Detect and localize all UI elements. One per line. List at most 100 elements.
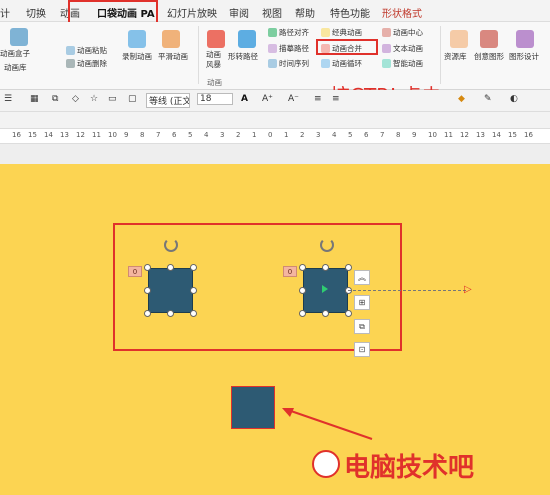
crop-frame-icon[interactable]: ⊡ (354, 342, 370, 357)
ruler-label: 7 (156, 131, 161, 139)
classic-animation-button[interactable]: 经典动画 (321, 27, 362, 38)
resize-handle[interactable] (167, 264, 174, 271)
layout-options-icon[interactable]: ⊞ (354, 295, 370, 310)
animation-center-button[interactable]: 动画中心 (382, 27, 423, 38)
collapse-up-icon[interactable]: ︽ (354, 270, 370, 285)
merged-square-shape[interactable] (231, 386, 275, 429)
font-color-icon[interactable]: A (241, 94, 248, 104)
ruler-label: 0 (268, 131, 273, 139)
shape-icon[interactable]: ◇ (72, 94, 79, 104)
font-family-select[interactable]: 等线 (正文) (146, 93, 190, 108)
delete-icon (66, 59, 75, 68)
smooth-animation-button[interactable]: 平滑动画 (158, 51, 188, 62)
animation-box-button[interactable]: 动画盒子 (0, 48, 30, 59)
resource-library-button[interactable]: 资源库 (444, 51, 467, 62)
tab-help[interactable]: 帮助 (295, 5, 315, 20)
animation-paste-button[interactable]: 动画粘贴 (66, 45, 107, 56)
crop-icon[interactable]: ⧉ (52, 94, 58, 104)
ruler-label: 1 (252, 131, 257, 139)
resize-handle[interactable] (345, 264, 352, 271)
resize-handle[interactable] (190, 287, 197, 294)
smart-animation-label: 智能动画 (393, 59, 423, 68)
decrease-font-icon[interactable]: A⁻ (288, 94, 299, 104)
tab-shape-format[interactable]: 形状格式 (382, 5, 422, 20)
rotate-handle-icon[interactable] (320, 238, 334, 252)
animation-storm-button[interactable]: 动画风暴 (206, 50, 224, 70)
tab-view[interactable]: 视图 (262, 5, 282, 20)
resize-handle[interactable] (299, 310, 306, 317)
shape-to-path-button[interactable]: 形转路径 (228, 51, 258, 62)
ruler-label: 7 (380, 131, 385, 139)
time-sequence-button[interactable]: 时间序列 (268, 58, 309, 69)
animation-loop-button[interactable]: 动画循环 (321, 58, 362, 69)
ribbon-separator (198, 26, 199, 84)
center-icon (382, 28, 391, 37)
tab-features[interactable]: 特色功能 (330, 5, 370, 20)
trace-path-button[interactable]: 描摹路径 (268, 43, 309, 54)
smart-animation-button[interactable]: 智能动画 (382, 58, 423, 69)
ruler-label: 16 (524, 131, 533, 139)
animation-box-icon (10, 28, 28, 46)
picture-icon[interactable]: ▢ (128, 94, 137, 104)
ruler-label: 12 (460, 131, 469, 139)
paste-icon (66, 46, 75, 55)
record-animation-button[interactable]: 录制动画 (122, 51, 152, 62)
resize-handle[interactable] (299, 287, 306, 294)
fill-color-icon[interactable]: ◆ (458, 94, 465, 104)
merge-highlight (316, 39, 378, 55)
loop-icon (321, 59, 330, 68)
resize-handle[interactable] (144, 287, 151, 294)
canvas-margin (0, 144, 550, 164)
resize-handle[interactable] (322, 264, 329, 271)
grid-icon[interactable]: ▦ (30, 94, 39, 104)
copy-format-icon[interactable]: ⧉ (354, 319, 370, 334)
animation-library-button[interactable]: 动画库 (4, 62, 27, 73)
text-animation-button[interactable]: 文本动画 (382, 43, 423, 54)
shape-design-button[interactable]: 图形设计 (509, 51, 539, 62)
ruler-label: 13 (476, 131, 485, 139)
square-shape-left[interactable] (148, 268, 193, 313)
outline-color-icon[interactable]: ✎ (484, 94, 492, 104)
rotate-handle-icon[interactable] (164, 238, 178, 252)
ruler-label: 8 (140, 131, 145, 139)
resize-handle[interactable] (144, 264, 151, 271)
align-left-icon[interactable]: ≡ (314, 94, 322, 104)
tab-slideshow[interactable]: 幻灯片放映 (167, 5, 217, 20)
tab-transitions[interactable]: 切换 (26, 5, 46, 20)
font-size-select[interactable]: 18 (197, 93, 233, 105)
increase-font-icon[interactable]: A⁺ (262, 94, 273, 104)
ruler-label: 4 (332, 131, 337, 139)
motion-path-start-icon (322, 285, 328, 293)
effects-icon[interactable]: ◐ (510, 94, 518, 104)
ruler-label: 4 (204, 131, 209, 139)
shape-to-path-icon (238, 30, 256, 48)
ruler-label: 15 (28, 131, 37, 139)
animation-paste-label: 动画粘贴 (77, 46, 107, 55)
path-align-button[interactable]: 路径对齐 (268, 27, 309, 38)
horizontal-ruler: 16 15 14 13 12 11 10 9 8 7 6 5 4 3 2 1 0… (0, 128, 550, 144)
ruler-label: 5 (188, 131, 193, 139)
ruler-label: 14 (492, 131, 501, 139)
resize-handle[interactable] (144, 310, 151, 317)
tab-review[interactable]: 审阅 (229, 5, 249, 20)
ruler-label: 15 (508, 131, 517, 139)
image-icon[interactable]: ▭ (108, 94, 117, 104)
star-shape-icon[interactable]: ☆ (90, 94, 98, 104)
align-center-icon[interactable]: ≡ (332, 94, 340, 104)
tab-design[interactable]: 计 (0, 5, 10, 20)
resize-handle[interactable] (190, 310, 197, 317)
bullets-icon[interactable]: ☰ (4, 94, 12, 104)
resize-handle[interactable] (345, 310, 352, 317)
resize-handle[interactable] (322, 310, 329, 317)
ruler-label: 12 (76, 131, 85, 139)
creative-shape-button[interactable]: 创意图形 (474, 51, 504, 62)
creative-shape-icon (480, 30, 498, 48)
resize-handle[interactable] (299, 264, 306, 271)
resize-handle[interactable] (190, 264, 197, 271)
animation-center-label: 动画中心 (393, 28, 423, 37)
animation-delete-button[interactable]: 动画删除 (66, 58, 107, 69)
resize-handle[interactable] (167, 310, 174, 317)
ruler-label: 8 (396, 131, 401, 139)
clock-icon (268, 59, 277, 68)
ruler-label: 2 (300, 131, 305, 139)
